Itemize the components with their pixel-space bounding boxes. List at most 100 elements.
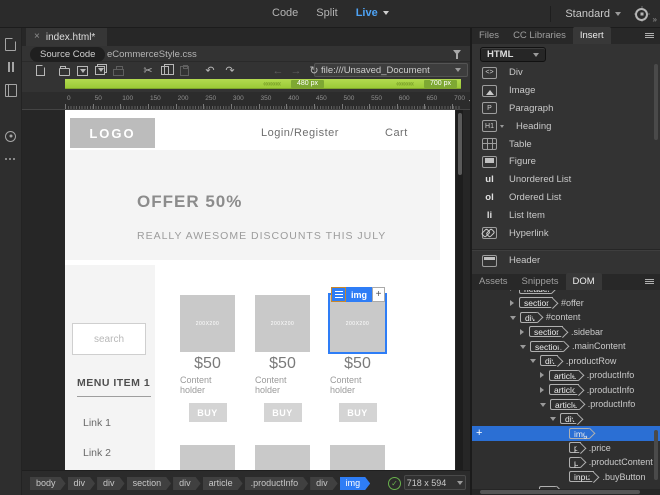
add-element-icon[interactable]: + [372,287,386,302]
media-query-marker[interactable]: 700 px [424,80,457,88]
product-image[interactable]: 200X200 [328,293,387,354]
media-query-bar[interactable]: ««««« 480 px ««««« 700 px [65,79,461,89]
view-mode-live[interactable]: Live [356,7,389,19]
collapse-icon[interactable] [540,402,546,407]
document-icon[interactable] [3,37,19,51]
tag-selector-productinfo[interactable]: .productInfo [245,477,309,490]
scrollbar-thumb[interactable] [480,490,640,494]
collapse-panels-icon[interactable]: » [653,15,657,24]
tab-files[interactable]: Files [472,27,506,44]
insert-item-figure[interactable]: Figure [472,153,660,171]
insert-item-table[interactable]: Table [472,135,660,153]
nav-link-cart[interactable]: Cart [385,127,408,139]
insert-item-hyperlink[interactable]: Hyperlink [472,224,660,242]
insert-item-list-item[interactable]: li List Item [472,206,660,224]
tag-selector-div[interactable]: div [173,477,201,490]
insert-category-select[interactable]: HTML [480,47,546,62]
chevron-down-icon[interactable] [500,124,504,128]
dom-tree-node[interactable]: div .productRow [472,354,660,369]
tag-selector-body[interactable]: body [30,477,66,490]
source-code-button[interactable]: Source Code [30,47,106,62]
dom-tree-node[interactable]: p .productContent [472,455,660,470]
dom-tree-node[interactable]: article .productInfo [472,397,660,412]
product-image[interactable] [330,445,385,470]
redo-icon[interactable]: ↷ [222,64,238,77]
copy-icon[interactable] [158,64,174,77]
insert-scrollbar-thumb[interactable] [654,64,658,140]
collapse-icon[interactable] [520,344,526,349]
save-icon[interactable] [74,64,90,77]
tag-selector-div[interactable]: div [68,477,96,490]
tab-snippets[interactable]: Snippets [515,273,566,290]
sync-settings-icon[interactable] [635,7,648,21]
search-input[interactable] [72,323,146,355]
dom-tree-node[interactable]: article .productInfo [472,368,660,383]
add-element-icon[interactable]: + [476,426,482,440]
tab-assets[interactable]: Assets [472,273,515,290]
media-query-marker[interactable]: 480 px [291,80,324,88]
dom-tree-node[interactable]: section #offer [472,296,660,311]
view-mode-split[interactable]: Split [316,7,337,19]
target-icon[interactable] [3,129,19,143]
expand-icon[interactable] [520,328,524,335]
dom-tree-node[interactable]: div #content [472,310,660,325]
menu-link[interactable]: Link 2 [83,447,111,459]
insert-item-paragraph[interactable]: P Paragraph [472,100,660,118]
collapse-icon[interactable] [550,417,556,422]
viewport-size-selector[interactable]: 718 x 594 [404,475,466,490]
toggles-icon[interactable] [3,60,19,74]
live-view-scrollbar[interactable] [456,110,463,470]
insert-item-header[interactable]: Header [472,252,660,270]
product-image[interactable] [255,445,310,470]
tag-selector-section[interactable]: section [127,477,172,490]
save-all-icon[interactable] [92,64,108,77]
view-mode-code[interactable]: Code [272,7,298,19]
close-icon[interactable]: × [34,32,40,42]
tag-selector-div[interactable]: div [97,477,125,490]
workspace-switcher[interactable]: Standard [565,8,621,20]
expand-icon[interactable] [540,386,544,393]
product-image[interactable]: 200X200 [255,295,310,352]
nav-link-login-register[interactable]: Login/Register [261,127,339,139]
scrollbar-thumb[interactable] [457,113,462,175]
address-bar[interactable]: file:///Unsaved_Document [314,63,468,77]
tab-cc-libraries[interactable]: CC Libraries [506,27,573,44]
tab-insert[interactable]: Insert [572,27,611,44]
dom-tree-node[interactable]: section .sidebar [472,325,660,340]
related-file-css[interactable]: eCommerceStyle.css [107,49,197,60]
panel-menu-icon[interactable] [645,279,654,284]
menu-link[interactable]: Link 1 [83,417,111,429]
buy-button[interactable]: BUY [263,403,302,422]
product-image[interactable] [180,445,235,470]
expand-icon[interactable] [540,372,544,379]
document-tab[interactable]: × index.html* [26,28,108,46]
refresh-icon[interactable]: ↻ [306,64,322,77]
insert-item-image[interactable]: Image [472,82,660,100]
expand-icon[interactable] [510,299,514,306]
dom-tree-node[interactable]: p .price [472,441,660,456]
tag-selector-div[interactable]: div [310,477,338,490]
dom-tree-node[interactable]: input .buyButton [472,470,660,485]
filter-icon[interactable] [452,49,462,59]
dom-panel-icon[interactable] [3,106,19,120]
dom-tree-node[interactable]: article .productInfo [472,383,660,398]
insert-item-div[interactable]: <> Div [472,64,660,82]
panel-menu-icon[interactable] [645,33,654,38]
insert-item-heading[interactable]: H1 Heading [472,117,660,135]
open-file-icon[interactable] [56,64,72,77]
insert-item-unordered-list[interactable]: ul Unordered List [472,171,660,189]
undo-icon[interactable]: ↶ [202,64,218,77]
dom-scrollbar-thumb[interactable] [654,430,658,480]
more-options-icon[interactable] [3,152,19,166]
buy-button[interactable]: BUY [188,403,227,422]
chevron-down-icon[interactable] [455,68,461,72]
dom-tree-node[interactable]: section .mainContent [472,339,660,354]
element-menu-icon[interactable] [331,287,346,302]
dom-tree-node[interactable]: + img [472,426,660,441]
insert-item-ordered-list[interactable]: ol Ordered List [472,189,660,207]
tag-selector-img[interactable]: img [340,477,371,490]
collapse-icon[interactable] [530,359,536,364]
tag-selector-article[interactable]: article [203,477,243,490]
expand-icon[interactable] [510,290,514,292]
cut-icon[interactable]: ✂ [140,64,156,77]
